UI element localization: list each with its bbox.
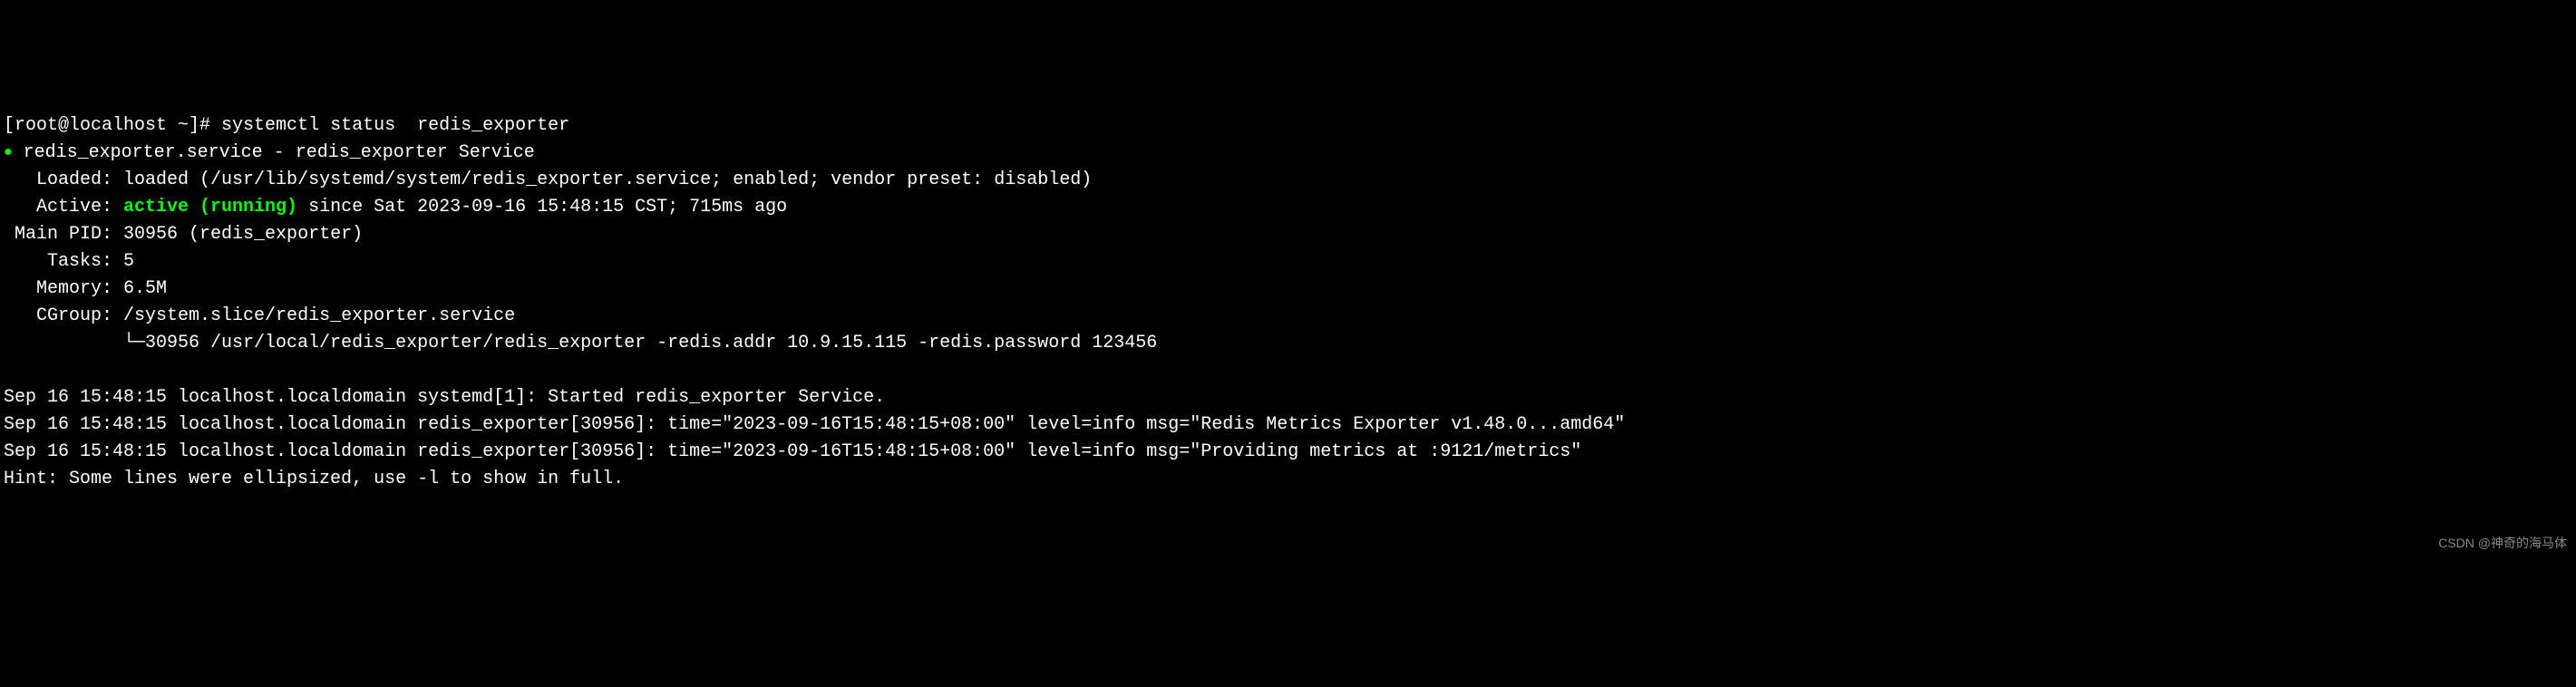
- main-pid-line: Main PID: 30956 (redis_exporter): [4, 224, 363, 245]
- watermark-text: CSDN @神奇的海马体: [2438, 534, 2567, 553]
- command-text: systemctl status redis_exporter: [221, 115, 569, 136]
- tasks-line: Tasks: 5: [4, 251, 134, 272]
- loaded-value: loaded (/usr/lib/systemd/system/redis_ex…: [123, 169, 1092, 190]
- service-separator: -: [263, 142, 296, 163]
- log-line-3: Sep 16 15:48:15 localhost.localdomain re…: [4, 441, 1581, 462]
- memory-label: Memory:: [4, 278, 123, 299]
- loaded-line: Loaded: loaded (/usr/lib/systemd/system/…: [4, 169, 1092, 190]
- memory-value: 6.5M: [123, 278, 167, 299]
- status-bullet-icon: ●: [4, 141, 13, 163]
- active-since: since Sat 2023-09-16 15:48:15 CST; 715ms…: [297, 197, 787, 218]
- terminal-output: [root@localhost ~]# systemctl status red…: [4, 112, 2572, 493]
- active-status: active (running): [123, 197, 297, 218]
- main-pid-value: 30956 (redis_exporter): [123, 224, 363, 245]
- cgroup-line: CGroup: /system.slice/redis_exporter.ser…: [4, 305, 515, 326]
- prompt-line: [root@localhost ~]# systemctl status red…: [4, 115, 569, 136]
- log-line-2: Sep 16 15:48:15 localhost.localdomain re…: [4, 414, 1625, 435]
- shell-prompt: [root@localhost ~]#: [4, 115, 221, 136]
- memory-line: Memory: 6.5M: [4, 278, 167, 299]
- cgroup-value: /system.slice/redis_exporter.service: [123, 305, 515, 326]
- tasks-value: 5: [123, 251, 134, 272]
- cgroup-label: CGroup:: [4, 305, 123, 326]
- tasks-label: Tasks:: [4, 251, 123, 272]
- service-unit-name: redis_exporter.service: [24, 142, 263, 163]
- hint-line: Hint: Some lines were ellipsized, use -l…: [4, 469, 624, 489]
- service-description: redis_exporter Service: [296, 142, 535, 163]
- process-tree-line: └─30956 /usr/local/redis_exporter/redis_…: [4, 333, 1157, 353]
- main-pid-label: Main PID:: [4, 224, 123, 245]
- log-line-1: Sep 16 15:48:15 localhost.localdomain sy…: [4, 387, 885, 408]
- active-line: Active: active (running) since Sat 2023-…: [4, 197, 787, 218]
- active-label: Active:: [4, 197, 123, 218]
- service-header: ● redis_exporter.service - redis_exporte…: [4, 142, 535, 163]
- loaded-label: Loaded:: [4, 169, 123, 190]
